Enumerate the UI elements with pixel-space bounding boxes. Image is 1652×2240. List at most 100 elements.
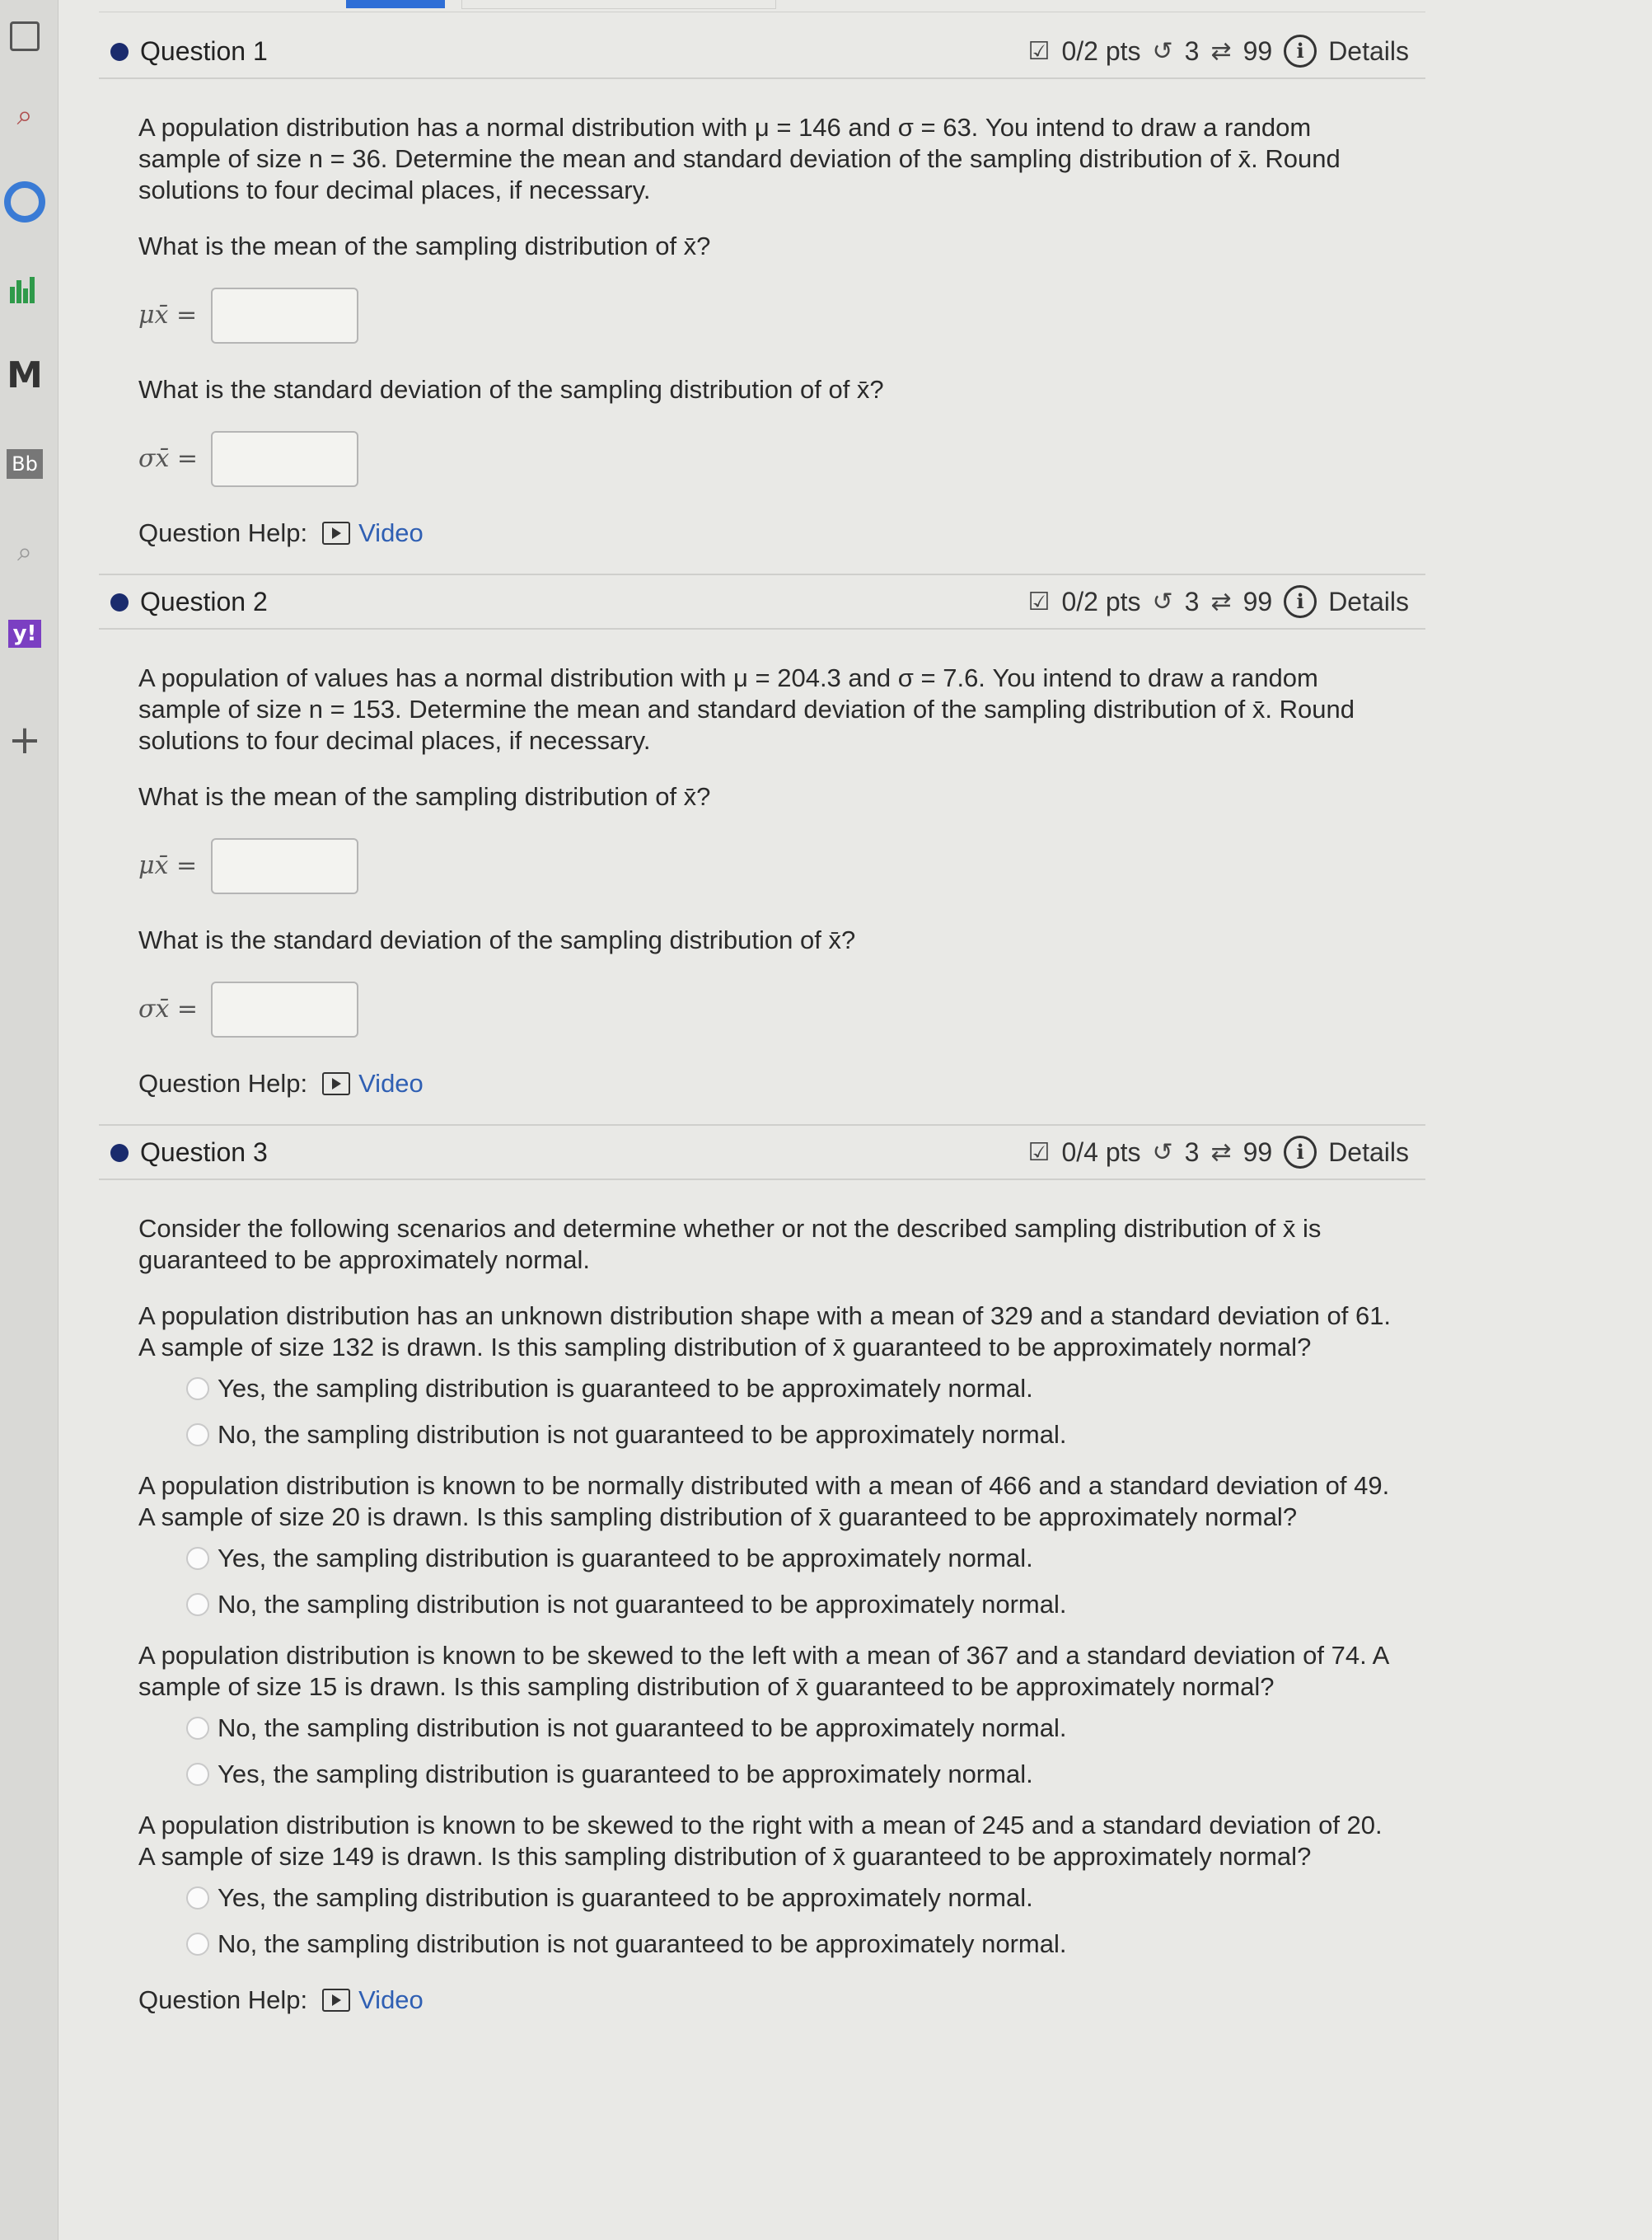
sd-input[interactable] bbox=[211, 982, 358, 1038]
option-label[interactable]: No, the sampling distribution is not gua… bbox=[218, 1928, 1066, 1960]
mean-prompt: What is the mean of the sampling distrib… bbox=[138, 782, 711, 811]
scenario-text: A population distribution has an unknown… bbox=[138, 1301, 1392, 1361]
mean-input[interactable] bbox=[211, 838, 358, 894]
radio-button[interactable] bbox=[186, 1933, 209, 1956]
radio-option[interactable]: Yes, the sampling distribution is guaran… bbox=[186, 1882, 1392, 1914]
video-label: Video bbox=[358, 1069, 424, 1098]
radio-button[interactable] bbox=[186, 1593, 209, 1616]
question-2: Question 2 ☑ 0/2 pts ↺ 3 ⇄ 99 i Details … bbox=[99, 575, 1425, 1126]
sd-input[interactable] bbox=[211, 431, 358, 487]
search-icon[interactable]: ⌕ bbox=[0, 99, 49, 132]
question-3: Question 3 ☑ 0/4 pts ↺ 3 ⇄ 99 i Details … bbox=[99, 1126, 1425, 2032]
option-label[interactable]: Yes, the sampling distribution is guaran… bbox=[218, 1543, 1033, 1574]
attempts-count: 3 bbox=[1184, 35, 1200, 66]
sd-prompt: What is the standard deviation of the sa… bbox=[138, 375, 884, 404]
option-label[interactable]: Yes, the sampling distribution is guaran… bbox=[218, 1373, 1033, 1404]
video-link[interactable]: Video bbox=[322, 1985, 424, 2016]
radio-option[interactable]: No, the sampling distribution is not gua… bbox=[186, 1419, 1392, 1450]
yahoo-label: y! bbox=[7, 620, 42, 648]
question-title: Question 1 bbox=[140, 36, 268, 66]
option-label[interactable]: No, the sampling distribution is not gua… bbox=[218, 1589, 1066, 1620]
attempts-count: 3 bbox=[1184, 1136, 1200, 1167]
option-label[interactable]: No, the sampling distribution is not gua… bbox=[218, 1419, 1066, 1450]
radio-button[interactable] bbox=[186, 1763, 209, 1786]
mean-input[interactable] bbox=[211, 288, 358, 344]
radio-button[interactable] bbox=[186, 1717, 209, 1740]
retries-count: 99 bbox=[1243, 586, 1273, 616]
video-icon bbox=[322, 522, 351, 545]
browser-sidebar: ⌕ M Bb ⌕ y! + bbox=[0, 0, 58, 2240]
circle-icon[interactable] bbox=[0, 181, 49, 223]
retry-icon: ⇄ bbox=[1210, 587, 1232, 616]
question-body: A population distribution has a normal d… bbox=[99, 79, 1425, 565]
video-link[interactable]: Video bbox=[322, 518, 424, 549]
info-icon[interactable]: i bbox=[1284, 1136, 1317, 1169]
option-label[interactable]: Yes, the sampling distribution is guaran… bbox=[218, 1759, 1033, 1790]
bb-icon[interactable]: Bb bbox=[0, 449, 49, 479]
plus-icon[interactable]: + bbox=[0, 717, 49, 763]
question-title: Question 3 bbox=[140, 1137, 268, 1167]
help-label: Question Help: bbox=[138, 1985, 308, 2014]
mean-answer-row: μx̄ = bbox=[138, 287, 1392, 344]
question-body: Consider the following scenarios and det… bbox=[99, 1180, 1425, 2032]
top-secondary-tab[interactable] bbox=[461, 0, 776, 9]
video-label: Video bbox=[358, 1985, 424, 2014]
yahoo-icon[interactable]: y! bbox=[0, 620, 49, 648]
question-title: Question 2 bbox=[140, 587, 268, 616]
info-icon[interactable]: i bbox=[1284, 585, 1317, 618]
points-label: 0/2 pts bbox=[1061, 35, 1141, 66]
scenario-text: A population distribution is known to be… bbox=[138, 1811, 1383, 1871]
help-label: Question Help: bbox=[138, 1069, 308, 1098]
question-bullet-icon bbox=[110, 43, 129, 61]
retry-icon: ⇄ bbox=[1210, 1137, 1232, 1167]
video-icon bbox=[322, 1989, 351, 2012]
video-link[interactable]: Video bbox=[322, 1068, 424, 1099]
checkbox-icon: ☑ bbox=[1027, 587, 1051, 616]
question-header: Question 1 ☑ 0/2 pts ↺ 3 ⇄ 99 i Details bbox=[99, 25, 1425, 79]
search-icon-2[interactable]: ⌕ bbox=[0, 536, 49, 568]
m-icon[interactable]: M bbox=[0, 354, 49, 396]
retry-icon: ⇄ bbox=[1210, 36, 1232, 66]
question-intro: A population distribution has a normal d… bbox=[138, 113, 1341, 204]
radio-option[interactable]: No, the sampling distribution is not gua… bbox=[186, 1713, 1392, 1744]
sd-label: σx̄ = bbox=[138, 444, 199, 473]
radio-option[interactable]: Yes, the sampling distribution is guaran… bbox=[186, 1543, 1392, 1574]
question-meta: ☑ 0/4 pts ↺ 3 ⇄ 99 i Details bbox=[1028, 1136, 1409, 1169]
question-bullet-icon bbox=[110, 1144, 129, 1162]
question-intro: Consider the following scenarios and det… bbox=[138, 1214, 1322, 1274]
help-label: Question Help: bbox=[138, 518, 308, 547]
details-link[interactable]: Details bbox=[1328, 587, 1409, 617]
details-link[interactable]: Details bbox=[1328, 1137, 1409, 1168]
question-meta: ☑ 0/2 pts ↺ 3 ⇄ 99 i Details bbox=[1028, 585, 1409, 618]
radio-button[interactable] bbox=[186, 1377, 209, 1400]
radio-button[interactable] bbox=[186, 1423, 209, 1446]
chart-icon[interactable] bbox=[0, 272, 49, 308]
radio-option[interactable]: Yes, the sampling distribution is guaran… bbox=[186, 1759, 1392, 1790]
top-primary-tab[interactable] bbox=[346, 0, 445, 8]
mean-label: μx̄ = bbox=[138, 301, 198, 330]
sd-prompt: What is the standard deviation of the sa… bbox=[138, 926, 856, 954]
attempts-icon: ↺ bbox=[1152, 1137, 1173, 1167]
retries-count: 99 bbox=[1243, 1136, 1273, 1167]
radio-option[interactable]: Yes, the sampling distribution is guaran… bbox=[186, 1373, 1392, 1404]
question-bullet-icon bbox=[110, 593, 129, 612]
option-label[interactable]: Yes, the sampling distribution is guaran… bbox=[218, 1882, 1033, 1914]
checkbox-icon: ☑ bbox=[1027, 36, 1051, 66]
option-label[interactable]: No, the sampling distribution is not gua… bbox=[218, 1713, 1066, 1744]
radio-option[interactable]: No, the sampling distribution is not gua… bbox=[186, 1928, 1392, 1960]
question-header: Question 2 ☑ 0/2 pts ↺ 3 ⇄ 99 i Details bbox=[99, 575, 1425, 630]
sd-answer-row: σx̄ = bbox=[138, 430, 1392, 488]
radio-button[interactable] bbox=[186, 1886, 209, 1910]
details-link[interactable]: Details bbox=[1328, 36, 1409, 67]
retries-count: 99 bbox=[1243, 35, 1273, 66]
square-icon[interactable] bbox=[0, 21, 49, 51]
radio-button[interactable] bbox=[186, 1547, 209, 1570]
radio-option[interactable]: No, the sampling distribution is not gua… bbox=[186, 1589, 1392, 1620]
mean-prompt: What is the mean of the sampling distrib… bbox=[138, 232, 711, 260]
points-label: 0/4 pts bbox=[1061, 1136, 1141, 1167]
question-body: A population of values has a normal dist… bbox=[99, 630, 1425, 1116]
info-icon[interactable]: i bbox=[1284, 35, 1317, 68]
top-toolbar bbox=[99, 0, 1425, 12]
video-label: Video bbox=[358, 518, 424, 547]
question-help: Question Help: Video bbox=[138, 1068, 1392, 1099]
